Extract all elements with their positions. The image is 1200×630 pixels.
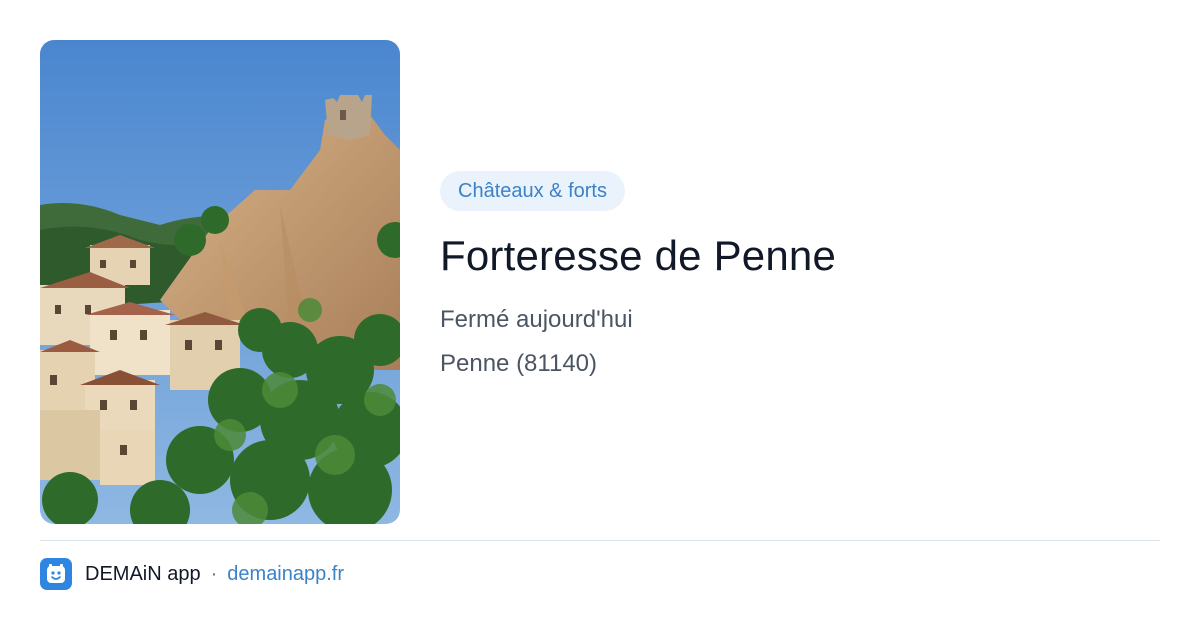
footer-divider — [40, 540, 1160, 541]
castle-photo-image — [40, 40, 400, 524]
preview-card: Châteaux & forts Forteresse de Penne Fer… — [0, 0, 1200, 630]
place-info: Châteaux & forts Forteresse de Penne Fer… — [440, 171, 1160, 379]
footer: DEMAiN app · demainapp.fr — [40, 558, 344, 590]
demain-logo-icon — [40, 558, 72, 590]
opening-status: Fermé aujourd'hui — [440, 306, 633, 333]
category-badge[interactable]: Châteaux & forts — [440, 171, 625, 211]
place-location: Penne (81140) — [440, 350, 598, 377]
footer-separator: · — [210, 562, 218, 585]
place-photo[interactable] — [40, 40, 400, 524]
app-domain-link[interactable]: demainapp.fr — [227, 563, 344, 586]
app-name: DEMAiN app — [85, 562, 201, 585]
place-title: Forteresse de Penne — [440, 232, 837, 279]
